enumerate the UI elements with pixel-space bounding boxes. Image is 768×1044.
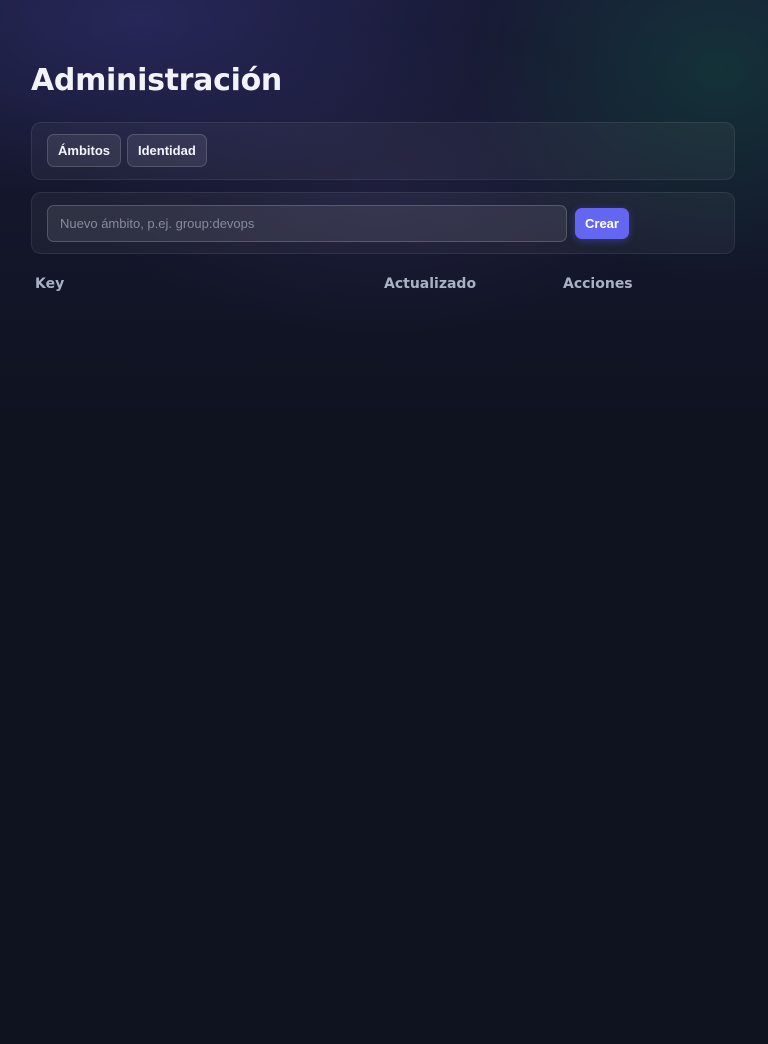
column-header-key: Key: [35, 276, 65, 292]
tab-bar: Ámbitos Identidad: [31, 122, 735, 180]
tab-identity[interactable]: Identidad: [127, 134, 207, 167]
new-scope-input[interactable]: [47, 204, 567, 242]
scopes-table-header: Key Actualizado Acciones: [35, 274, 735, 294]
column-header-actions: Acciones: [563, 276, 633, 292]
create-scope-form: Crear: [31, 192, 735, 254]
page-title: Administración: [31, 63, 282, 98]
tab-scopes[interactable]: Ámbitos: [47, 134, 121, 167]
column-header-updated: Actualizado: [384, 276, 477, 292]
create-button[interactable]: Crear: [575, 207, 629, 239]
